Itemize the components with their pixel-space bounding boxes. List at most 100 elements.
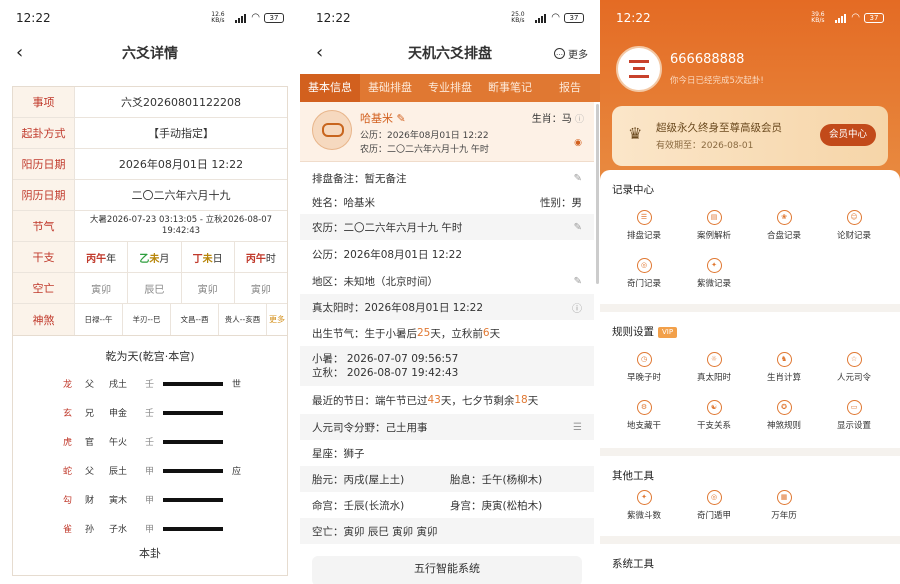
paipan-record-icon: ☰: [636, 210, 652, 225]
more-button[interactable]: … 更多: [554, 46, 588, 61]
six-god: 雀: [63, 525, 73, 535]
grid-item-display-settings[interactable]: ▭ 显示设置: [818, 400, 890, 431]
star-row: 星座：狮子: [300, 440, 594, 466]
grid-item-case-analysis[interactable]: ▤ 案例解析: [678, 210, 750, 241]
table-row: 阴历日期 二〇二六年六月十九: [13, 180, 287, 211]
remark-row[interactable]: 排盘备注：暂无备注 ✎: [300, 166, 594, 190]
grid-item-ziwei-doushu[interactable]: ✦ 紫微斗数: [608, 490, 680, 521]
edit-icon[interactable]: ✎: [397, 112, 406, 125]
eye-icon[interactable]: ◉: [574, 138, 582, 148]
yang-line: [163, 469, 223, 473]
grid-item-paipan-records[interactable]: ☰ 排盘记录: [608, 210, 680, 241]
solar-row: 公历：2026年08月01日 12:22: [300, 240, 594, 268]
ganzhi-cell: 丙午时: [235, 242, 287, 272]
item-label: 生肖计算: [766, 373, 801, 383]
grid-item-hepan-records[interactable]: ❀ 合盘记录: [748, 210, 820, 241]
table-row: 节气 大暑2026-07-23 03:13:05 - 立秋2026-08-07 1…: [13, 211, 287, 242]
jieqi-text: 天: [489, 327, 501, 340]
member-center-button[interactable]: 会员中心: [820, 124, 876, 146]
yang-line: [163, 498, 223, 502]
grid-item-ziwei-records[interactable]: ✦ 紫微记录: [678, 258, 750, 289]
grid-item-zi-hour[interactable]: ◷ 早晚子时: [608, 352, 680, 383]
tab-pro-paipan[interactable]: 专业排盘: [420, 74, 480, 102]
item-label: 神煞规则: [766, 421, 801, 431]
kongwang-text: 空亡：寅卯 辰巳 寅卯 寅卯: [312, 525, 438, 538]
six-god: 蛇: [63, 467, 73, 477]
back-icon[interactable]: ‹: [16, 42, 23, 63]
row-value: 六爻20260801122208: [121, 96, 241, 109]
table-row: 事项 六爻20260801122208: [13, 87, 287, 118]
record-center-section: 记录中心 ☰ 排盘记录 ▤ 案例解析 ❀ 合盘记录 ☺ 论财记录 ◎ 奇门记录 ✦ 紫微记录: [600, 170, 900, 304]
grid-item-wealth-records[interactable]: ☺ 论财记录: [818, 210, 890, 241]
item-label: 紫微记录: [696, 279, 731, 289]
filter-icon[interactable]: ☰: [573, 422, 582, 433]
row-label: 阳历日期: [13, 149, 75, 179]
user-avatar[interactable]: [616, 46, 662, 92]
relation: 孙: [85, 525, 95, 535]
grid-item-qimen-dunjia[interactable]: ◎ 奇门遁甲: [678, 490, 750, 521]
gan: 丙: [245, 253, 256, 265]
signal-icon: [235, 13, 247, 23]
branch: 寅木: [109, 496, 128, 506]
relation: 财: [85, 496, 95, 506]
grid-item-dizhi-canggan[interactable]: ⚙ 地支藏干: [608, 400, 680, 431]
zhi: 午: [96, 253, 107, 265]
row-value: 大暑2026-07-23 03:13:05 - 立秋2026-08-07 19:…: [89, 215, 273, 236]
item-label: 论财记录: [836, 231, 871, 241]
grid-item-shensha-rules[interactable]: ✪ 神煞规则: [748, 400, 820, 431]
festival-text: 天，七夕节剩余: [440, 394, 515, 407]
grid-item-renyuan[interactable]: ☆ 人元司令: [818, 352, 890, 383]
liqiu-text: 立秋： 2026-08-07 19:42:43: [312, 367, 459, 379]
item-label: 案例解析: [696, 231, 731, 241]
item-label: 奇门记录: [626, 279, 661, 289]
jieqi-times-row: 小暑： 2026-07-07 09:56:57 立秋： 2026-08-07 19…: [300, 346, 594, 386]
remark-text: 排盘备注：暂无备注: [312, 172, 407, 185]
xiaoshu-text: 小暑： 2026-07-07 09:56:57: [312, 353, 459, 365]
scrollbar[interactable]: [596, 104, 599, 284]
kongwang-cell: 寅卯: [75, 273, 129, 303]
grid-item-true-solar[interactable]: ☼ 真太阳时: [678, 352, 750, 383]
help-icon[interactable]: ⓘ: [572, 300, 582, 315]
grid-item-ganzhi-relation[interactable]: ☯ 干支关系: [678, 400, 750, 431]
zhi: 午: [255, 253, 266, 265]
edit-icon[interactable]: ✎: [574, 173, 582, 184]
shensha-cell: 羊刃--巳: [123, 304, 171, 335]
grid-item-calendar[interactable]: ▦ 万年历: [748, 490, 820, 521]
solar-row-text: 公历：2026年08月01日 12:22: [312, 248, 463, 261]
birth-jieqi-row: 出生节气：生于小暑后 25 天，立秋前 6 天: [300, 320, 594, 346]
horse-avatar-icon: [312, 110, 352, 150]
tab-notes[interactable]: 断事笔记: [480, 74, 540, 102]
siling-text: 人元司令分野：己土用事: [312, 421, 428, 434]
tab-basic-info[interactable]: 基本信息: [300, 74, 360, 102]
taiyuan-text: 胎元：丙戌(屋上土): [312, 473, 405, 486]
profile-lunar: 农历：二〇二六年六月十九 午时: [360, 145, 489, 155]
taixi-text: 胎息：壬午(杨柳木): [450, 473, 543, 486]
system-tools-section: 系统工具: [600, 544, 900, 584]
grid-item-zodiac-calc[interactable]: ♞ 生肖计算: [748, 352, 820, 383]
item-label: 地支藏干: [626, 421, 661, 431]
tab-report[interactable]: 报告: [540, 74, 600, 102]
grid-item-qimen-records[interactable]: ◎ 奇门记录: [608, 258, 680, 289]
stem: 壬: [145, 380, 155, 390]
table-row: 阳历日期 2026年08月01日 12:22: [13, 149, 287, 180]
jieqi-text: 天，立秋前: [430, 327, 483, 340]
net-speed: 12.6 KB/s: [211, 11, 225, 24]
case-icon: ▤: [706, 210, 722, 225]
status-time: 12:22: [616, 11, 651, 25]
user-subtitle: 你今日已经完成5次起卦!: [670, 76, 764, 86]
status-bar: 12:22 39.6 KB/s ◠ 37: [600, 0, 900, 36]
relation: 父: [85, 380, 95, 390]
shensha-cell: 贵人--亥酉: [219, 304, 267, 335]
item-label: 干支关系: [696, 421, 731, 431]
edit-icon[interactable]: ✎: [574, 276, 582, 287]
wuxing-system-button[interactable]: 五行智能系统: [312, 556, 582, 584]
tab-basic-paipan[interactable]: 基础排盘: [360, 74, 420, 102]
yang-line: [163, 382, 223, 386]
shensha-more-link[interactable]: 更多: [267, 304, 287, 335]
help-icon[interactable]: ⓘ: [575, 115, 584, 125]
edit-icon[interactable]: ✎: [574, 222, 582, 233]
minggong-text: 命宫：壬辰(长流水): [312, 499, 405, 512]
back-icon[interactable]: ‹: [316, 42, 323, 63]
sun-icon: ☼: [706, 352, 722, 367]
yang-line: [163, 440, 223, 444]
